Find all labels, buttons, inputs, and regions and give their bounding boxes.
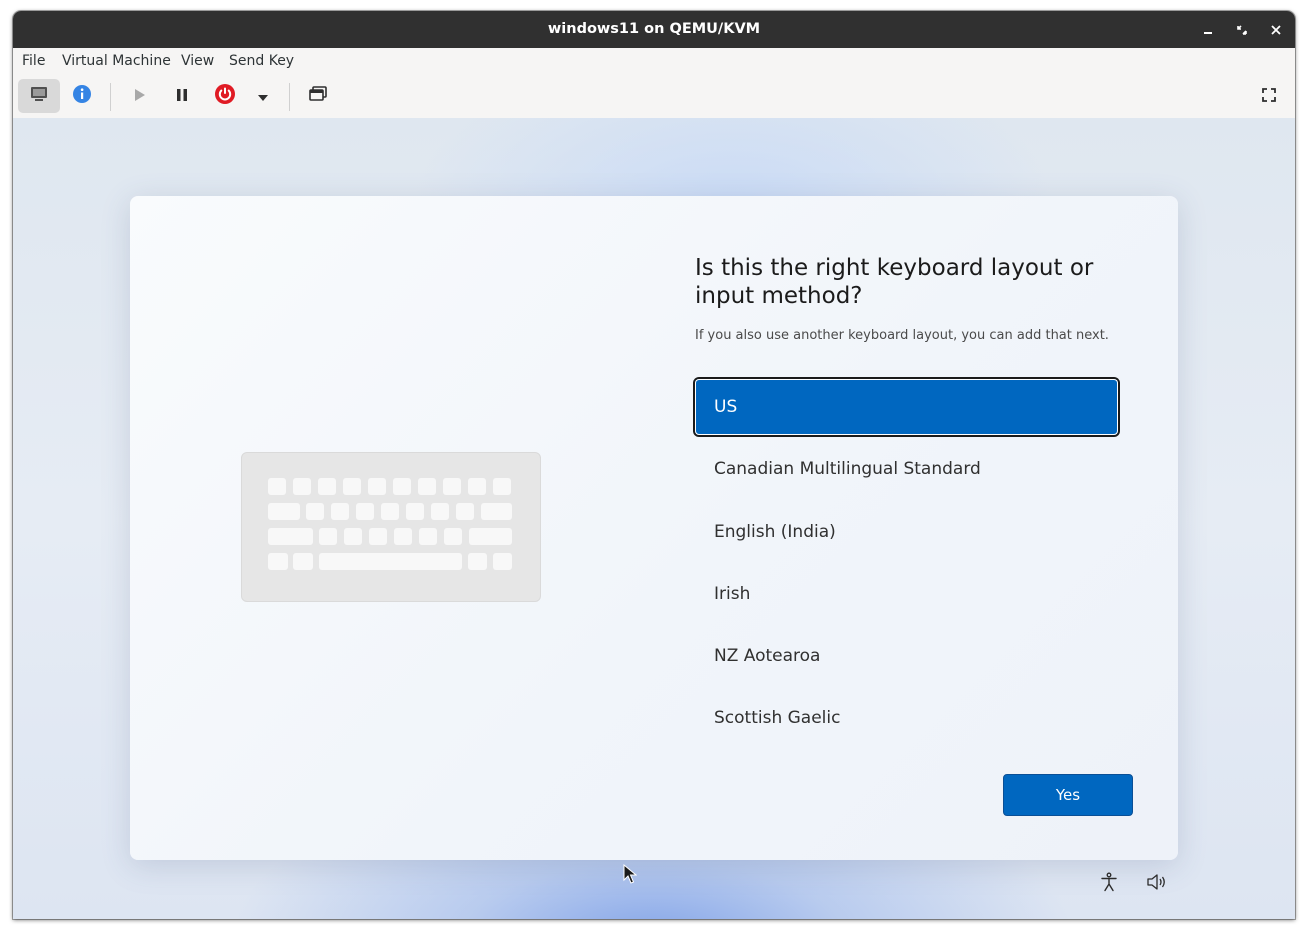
menu-file[interactable]: File — [22, 48, 45, 75]
window-title: windows11 on QEMU/KVM — [547, 21, 761, 37]
layout-item-english-india[interactable]: English (India) — [695, 504, 1118, 560]
layout-item-nz-aotearoa[interactable]: NZ Aotearoa — [695, 628, 1118, 684]
fullscreen-button[interactable] — [1248, 79, 1290, 113]
snapshots-button[interactable] — [297, 79, 339, 113]
layout-item-us[interactable]: US — [695, 379, 1118, 435]
minimize-icon[interactable] — [1198, 20, 1218, 40]
toolbar — [13, 75, 1295, 119]
mouse-cursor-icon — [623, 863, 638, 888]
page-title: Is this the right keyboard layout or inp… — [695, 255, 1094, 309]
vm-window: windows11 on QEMU/KVM File Virtual Machi… — [13, 11, 1295, 919]
page-subtitle: If you also use another keyboard layout,… — [695, 328, 1109, 343]
yes-button[interactable]: Yes — [1003, 774, 1133, 816]
console-icon — [30, 86, 48, 106]
shutdown-button[interactable] — [204, 79, 246, 113]
run-icon — [132, 87, 146, 106]
snapshots-icon — [309, 86, 327, 106]
title-bar[interactable]: windows11 on QEMU/KVM — [13, 11, 1295, 48]
power-icon — [214, 83, 236, 109]
run-button[interactable] — [118, 79, 160, 113]
layout-item-irish[interactable]: Irish — [695, 566, 1118, 622]
menu-bar: File Virtual Machine View Send Key — [13, 48, 1295, 76]
shutdown-menu-button[interactable] — [243, 79, 283, 113]
console-button[interactable] — [18, 79, 60, 113]
close-icon[interactable] — [1266, 20, 1286, 40]
layout-item-canadian-multilingual[interactable]: Canadian Multilingual Standard — [695, 441, 1118, 497]
restore-icon[interactable] — [1232, 20, 1252, 40]
details-button[interactable] — [61, 79, 103, 113]
info-icon — [72, 84, 92, 108]
dropdown-arrow-icon — [257, 87, 269, 106]
menu-view[interactable]: View — [181, 48, 214, 75]
layout-item-scottish-gaelic[interactable]: Scottish Gaelic — [695, 690, 1118, 746]
pause-button[interactable] — [161, 79, 203, 113]
toolbar-separator — [110, 83, 111, 111]
menu-virtual-machine[interactable]: Virtual Machine — [62, 48, 171, 75]
pause-icon — [175, 87, 189, 106]
toolbar-separator — [289, 83, 290, 111]
menu-send-key[interactable]: Send Key — [229, 48, 294, 75]
volume-icon[interactable] — [1145, 870, 1169, 894]
accessibility-icon[interactable] — [1097, 870, 1121, 894]
vm-display[interactable]: Is this the right keyboard layout or inp… — [13, 118, 1295, 919]
fullscreen-icon — [1262, 87, 1276, 106]
keyboard-illustration — [241, 452, 541, 602]
oobe-card: Is this the right keyboard layout or inp… — [130, 196, 1178, 860]
